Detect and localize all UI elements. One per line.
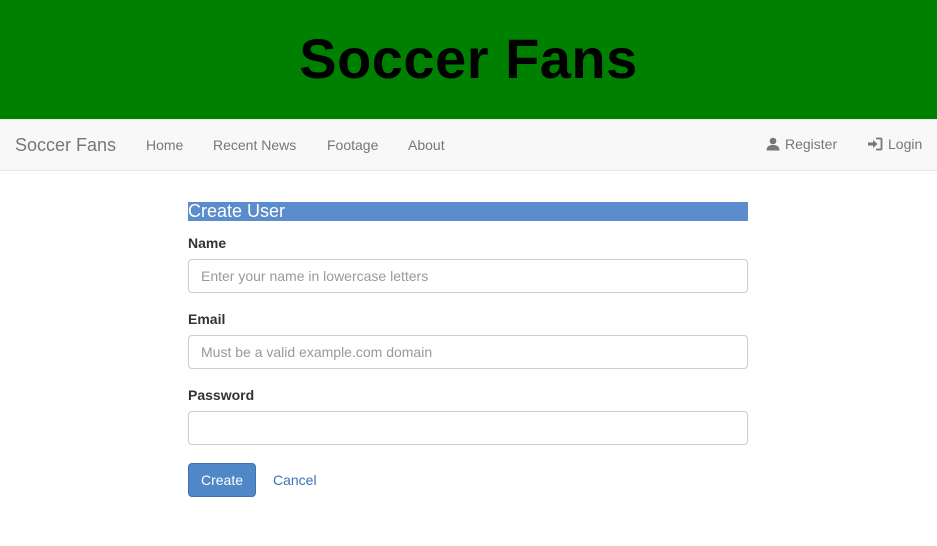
name-label: Name (188, 235, 227, 251)
cancel-link[interactable]: Cancel (273, 472, 317, 488)
create-button[interactable]: Create (188, 463, 256, 497)
form-title: Create User (188, 202, 748, 221)
email-label: Email (188, 311, 226, 327)
site-title: Soccer Fans (299, 27, 638, 90)
nav-link-home[interactable]: Home (146, 137, 183, 153)
password-label: Password (188, 387, 255, 403)
login-icon (868, 137, 883, 151)
nav-link-recent-news[interactable]: Recent News (213, 137, 296, 153)
email-input[interactable] (188, 335, 748, 369)
password-input[interactable] (188, 411, 748, 445)
login-link[interactable]: Login (867, 136, 922, 152)
create-user-form: Create User Name Email Password Create C… (188, 202, 748, 497)
site-banner: Soccer Fans (0, 0, 937, 119)
register-link[interactable]: Register (766, 136, 837, 152)
nav-link-footage[interactable]: Footage (327, 137, 378, 153)
form-actions: Create Cancel (188, 463, 748, 497)
login-label: Login (888, 136, 923, 152)
navbar: Soccer Fans Home Recent News Footage Abo… (0, 119, 937, 171)
name-input[interactable] (188, 259, 748, 293)
user-icon (766, 137, 780, 151)
nav-link-about[interactable]: About (408, 137, 445, 153)
navbar-brand[interactable]: Soccer Fans (15, 135, 116, 156)
register-label: Register (785, 136, 838, 152)
